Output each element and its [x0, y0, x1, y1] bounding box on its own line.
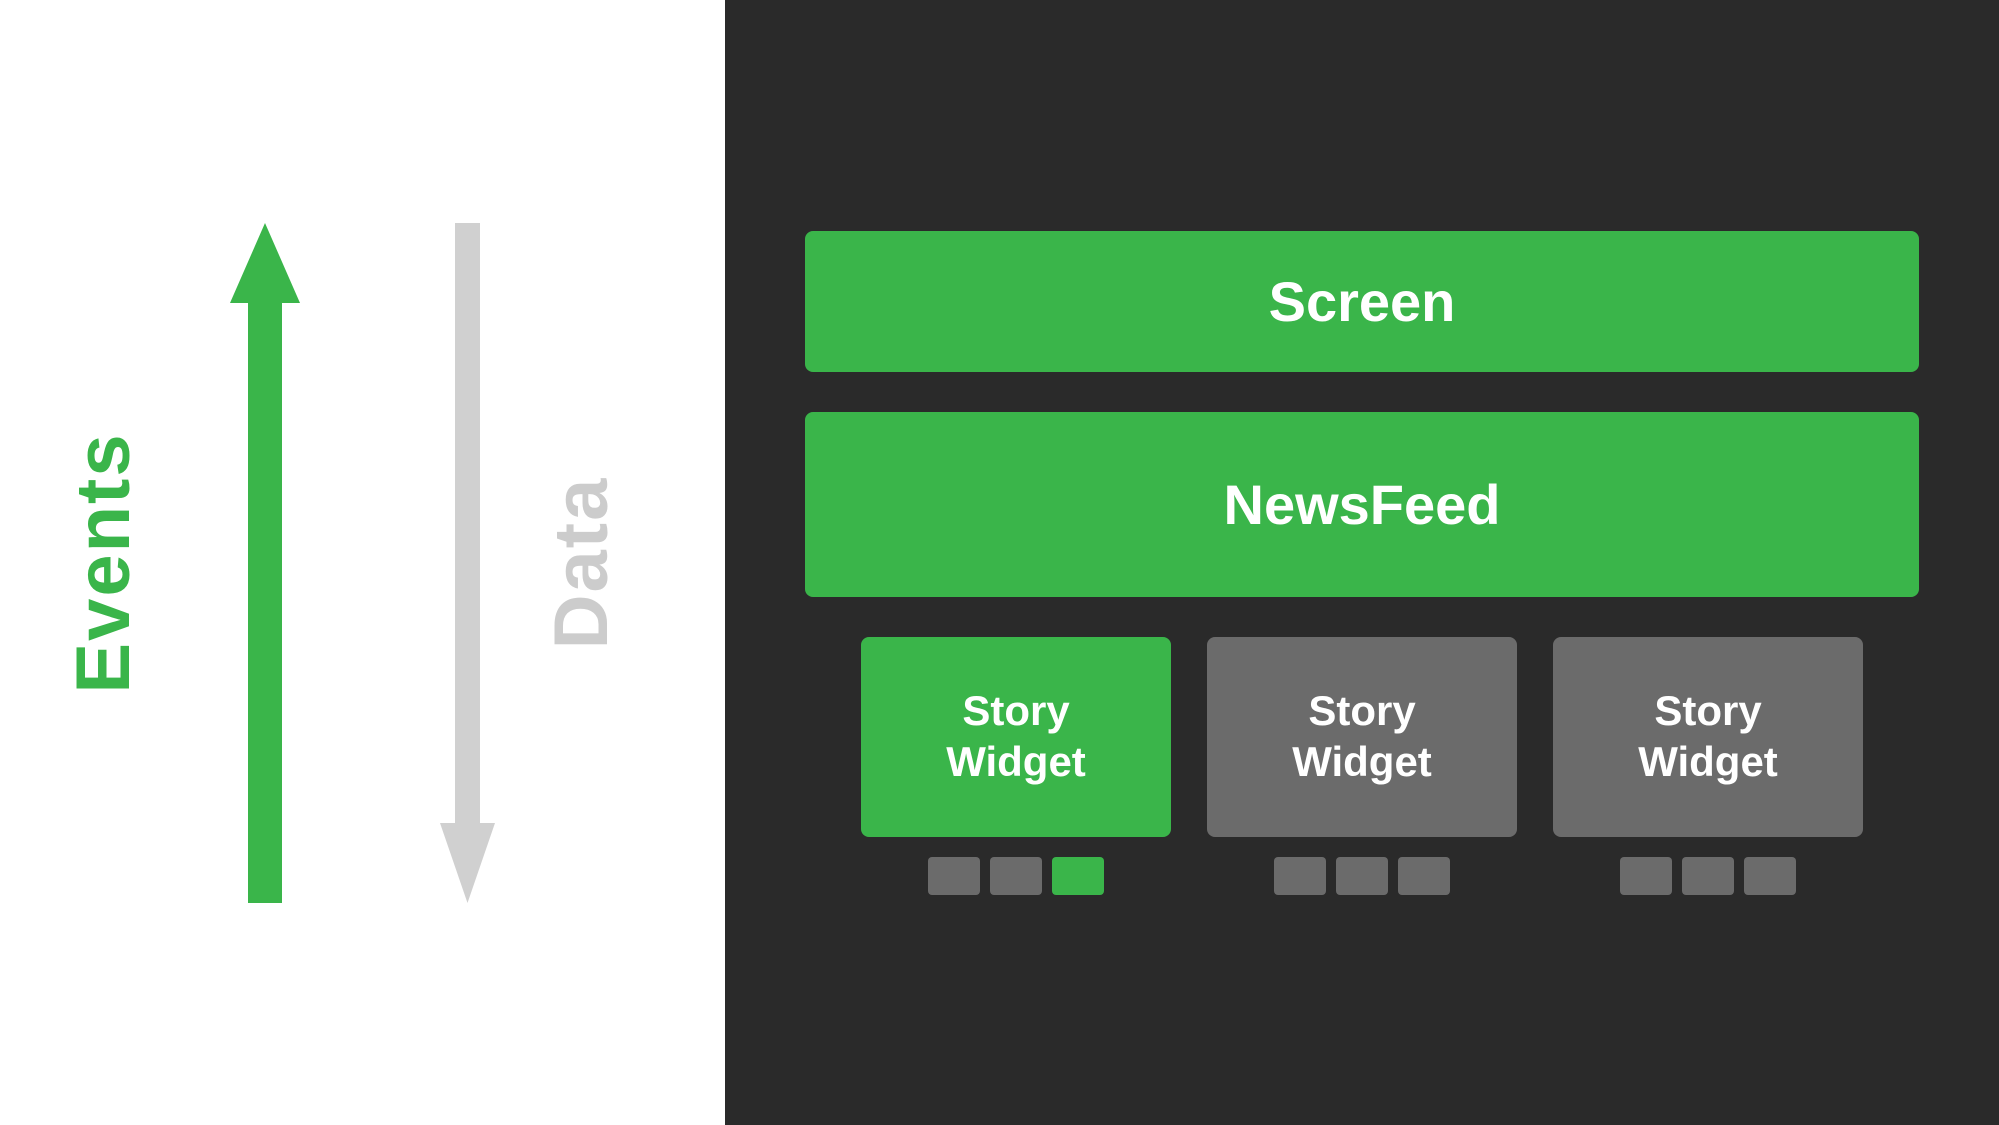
- story-widget-col-2: StoryWidget: [1207, 637, 1517, 895]
- indicator-1-3-active: [1052, 857, 1104, 895]
- events-arrow-up-icon: [230, 223, 300, 903]
- newsfeed-label: NewsFeed: [1224, 472, 1501, 537]
- indicator-1-1: [928, 857, 980, 895]
- story-widget-col-1: StoryWidget: [861, 637, 1171, 895]
- story-widget-3-label: StoryWidget: [1638, 686, 1778, 787]
- indicator-2-3: [1398, 857, 1450, 895]
- indicator-3-2: [1682, 857, 1734, 895]
- story-widget-col-3: StoryWidget: [1553, 637, 1863, 895]
- story-widget-3: StoryWidget: [1553, 637, 1863, 837]
- newsfeed-block: NewsFeed: [805, 412, 1919, 597]
- indicator-2-1: [1274, 857, 1326, 895]
- indicator-row-1: [928, 857, 1104, 895]
- story-widgets-row: StoryWidget StoryWidget StoryWidget: [805, 637, 1919, 895]
- arrows-group: [230, 223, 495, 903]
- story-widget-1-label: StoryWidget: [946, 686, 1086, 787]
- arrows-wrapper: Events Data: [0, 0, 725, 1125]
- right-panel: Screen NewsFeed StoryWidget StoryWidget: [725, 0, 1999, 1125]
- indicator-row-3: [1620, 857, 1796, 895]
- indicator-1-2: [990, 857, 1042, 895]
- indicator-row-2: [1274, 857, 1450, 895]
- screen-label: Screen: [1269, 269, 1456, 334]
- indicator-3-1: [1620, 857, 1672, 895]
- left-panel: Events Data: [0, 0, 725, 1125]
- data-label: Data: [538, 476, 625, 649]
- data-arrow-down-icon: [440, 223, 495, 903]
- story-widget-2-label: StoryWidget: [1292, 686, 1432, 787]
- story-widget-2: StoryWidget: [1207, 637, 1517, 837]
- screen-block: Screen: [805, 231, 1919, 372]
- indicator-3-3: [1744, 857, 1796, 895]
- events-label: Events: [60, 432, 147, 693]
- indicator-2-2: [1336, 857, 1388, 895]
- story-widget-1: StoryWidget: [861, 637, 1171, 837]
